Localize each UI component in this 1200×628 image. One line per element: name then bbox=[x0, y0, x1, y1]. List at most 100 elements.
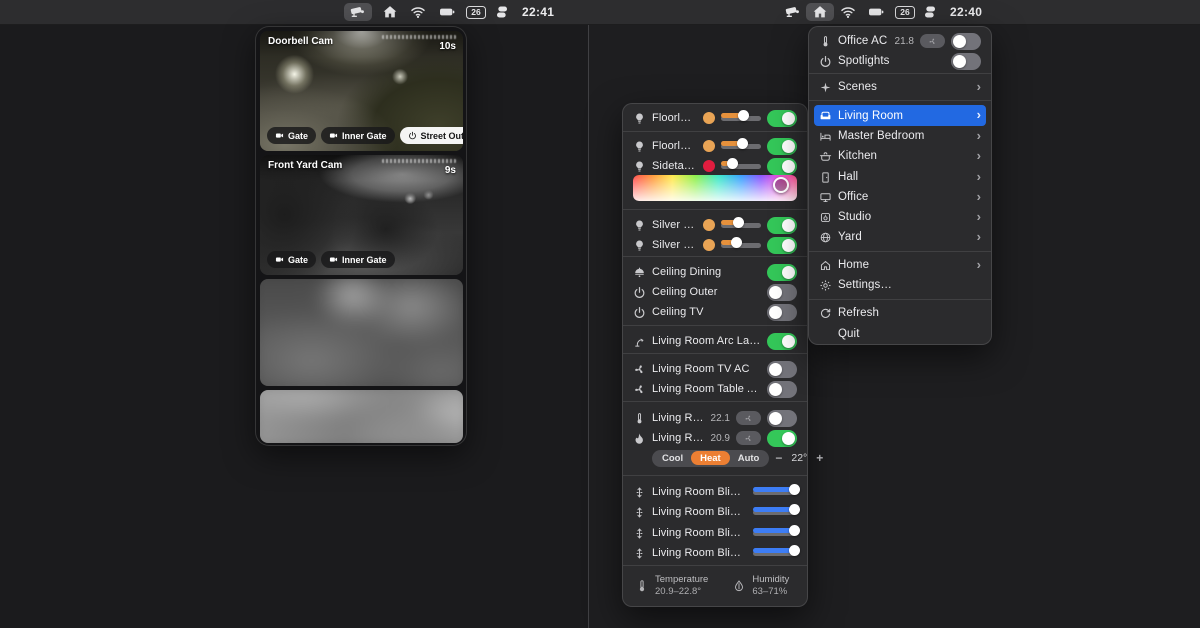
camera-icon bbox=[275, 255, 284, 264]
chevron-right-icon: › bbox=[976, 208, 981, 224]
temperature-increase-button[interactable]: + bbox=[816, 451, 823, 465]
security-camera-menubar-icon[interactable] bbox=[350, 4, 366, 20]
color-swatch[interactable] bbox=[703, 239, 715, 251]
blind-position-slider[interactable] bbox=[753, 524, 800, 539]
menu-item-kitchen[interactable]: Kitchen › bbox=[809, 146, 991, 166]
mode-heat[interactable]: Heat bbox=[691, 451, 730, 465]
color-swatch[interactable] bbox=[703, 140, 715, 152]
menu-item-label: Kitchen bbox=[838, 150, 878, 162]
blurred-cam-video bbox=[260, 279, 463, 386]
wifi-icon[interactable] bbox=[840, 4, 856, 20]
menu-item-studio[interactable]: Studio › bbox=[809, 207, 991, 227]
living-room-submenu: Floorlamps Floorlamp Ce… Sidetable Sil bbox=[622, 103, 823, 607]
security-camera-menubar-icon[interactable] bbox=[785, 4, 801, 20]
up-down-icon bbox=[633, 486, 646, 499]
power-toggle[interactable] bbox=[767, 303, 797, 321]
camera-title: Front Yard Cam bbox=[268, 160, 343, 171]
power-toggle[interactable] bbox=[767, 360, 797, 378]
camera-timestamp-overlay bbox=[382, 159, 456, 163]
up-down-icon bbox=[633, 506, 646, 519]
chevron-right-icon: › bbox=[976, 228, 981, 244]
menu-item-living-room[interactable]: Living Room › bbox=[814, 105, 986, 126]
device-row-table-ac: Living Room Table AC bbox=[623, 379, 807, 399]
menu-item-home[interactable]: Home › bbox=[809, 255, 991, 275]
fan-mode-button[interactable] bbox=[736, 411, 761, 425]
home-menubar-icon[interactable] bbox=[382, 4, 398, 20]
menu-item-hall[interactable]: Hall › bbox=[809, 167, 991, 187]
temperature-decrease-button[interactable]: − bbox=[775, 451, 782, 465]
stream-delay-badge: 9s bbox=[444, 165, 456, 176]
blind-position-slider[interactable] bbox=[753, 483, 800, 498]
power-toggle[interactable] bbox=[767, 263, 797, 281]
camera-tile-blurred-3[interactable] bbox=[260, 279, 463, 386]
camera-tile-doorbell[interactable]: Doorbell Cam 10s Gate Inner Gate Street … bbox=[260, 31, 463, 151]
current-temperature: 22.1 bbox=[710, 412, 730, 424]
fan-mode-button[interactable] bbox=[920, 34, 945, 48]
blind-row-1: Living Room Blind 1 bbox=[623, 482, 807, 502]
power-toggle[interactable] bbox=[767, 332, 797, 350]
clock[interactable]: 22:41 bbox=[522, 4, 554, 20]
inner-gate-button[interactable]: Inner Gate bbox=[321, 127, 395, 144]
stack-menubar-icon[interactable] bbox=[922, 4, 938, 20]
menu-item-master-bedroom[interactable]: Master Bedroom › bbox=[809, 126, 991, 146]
power-toggle[interactable] bbox=[767, 109, 797, 127]
menu-item-yard[interactable]: Yard › bbox=[809, 227, 991, 247]
device-label: Living Room Blind 1 bbox=[652, 486, 747, 498]
target-temperature: 22° bbox=[791, 452, 808, 464]
device-label: Living Room TV… bbox=[652, 412, 705, 424]
menu-item-refresh[interactable]: Refresh bbox=[809, 303, 991, 323]
brightness-slider[interactable] bbox=[721, 109, 761, 124]
bed-icon bbox=[819, 130, 832, 143]
gate-button[interactable]: Gate bbox=[267, 251, 317, 268]
brightness-slider[interactable] bbox=[721, 157, 761, 172]
color-swatch[interactable] bbox=[703, 219, 715, 231]
color-picker-selector[interactable] bbox=[773, 177, 789, 193]
camera-tile-blurred-4[interactable] bbox=[260, 390, 463, 443]
home-menubar-icon[interactable] bbox=[812, 4, 828, 20]
gate-button[interactable]: Gate bbox=[267, 127, 317, 144]
device-label: Living Room Blind 2 bbox=[652, 506, 747, 518]
power-toggle[interactable] bbox=[951, 52, 981, 70]
power-toggle[interactable] bbox=[767, 216, 797, 234]
power-toggle[interactable] bbox=[767, 380, 797, 398]
color-picker-gradient[interactable] bbox=[633, 175, 797, 201]
power-toggle[interactable] bbox=[767, 236, 797, 254]
camera-icon bbox=[329, 255, 338, 264]
clock[interactable]: 22:40 bbox=[950, 4, 982, 20]
menu-item-quit[interactable]: Quit bbox=[809, 324, 991, 344]
wifi-icon[interactable] bbox=[410, 4, 426, 20]
brightness-slider[interactable] bbox=[721, 137, 761, 152]
fan-mode-button[interactable] bbox=[736, 431, 761, 445]
battery-icon[interactable] bbox=[866, 4, 886, 20]
blind-position-slider[interactable] bbox=[753, 503, 800, 518]
battery-icon[interactable] bbox=[437, 4, 457, 20]
chevron-right-icon: › bbox=[976, 107, 981, 122]
power-toggle[interactable] bbox=[951, 32, 981, 50]
mode-auto[interactable]: Auto bbox=[730, 451, 768, 466]
current-temperature: 20.9 bbox=[710, 432, 730, 444]
blind-position-slider[interactable] bbox=[753, 544, 800, 559]
street-outside-button[interactable]: Street Outside bbox=[399, 127, 463, 144]
power-toggle[interactable] bbox=[767, 409, 797, 427]
inner-gate-button[interactable]: Inner Gate bbox=[321, 251, 395, 268]
brightness-slider[interactable] bbox=[721, 236, 761, 251]
power-toggle[interactable] bbox=[767, 429, 797, 447]
power-toggle[interactable] bbox=[767, 137, 797, 155]
battery-percent-badge[interactable]: 26 bbox=[895, 4, 915, 20]
battery-percent-badge[interactable]: 26 bbox=[466, 4, 486, 20]
device-row-silver-right: Silver Right bbox=[623, 235, 807, 255]
color-swatch[interactable] bbox=[703, 160, 715, 172]
color-swatch[interactable] bbox=[703, 112, 715, 124]
camera-tile-front-yard[interactable]: Front Yard Cam 9s Gate Inner Gate bbox=[260, 155, 463, 275]
menu-item-label: Office bbox=[838, 191, 869, 203]
menu-item-office[interactable]: Office › bbox=[809, 187, 991, 207]
device-label: Silver Left bbox=[652, 219, 697, 231]
power-toggle[interactable] bbox=[767, 283, 797, 301]
menu-item-settings[interactable]: Settings… bbox=[809, 275, 991, 295]
stack-menubar-icon[interactable] bbox=[494, 4, 510, 20]
menu-item-scenes[interactable]: Scenes › bbox=[809, 77, 991, 97]
brightness-slider[interactable] bbox=[721, 216, 761, 231]
menu-item-label: Scenes bbox=[838, 81, 877, 93]
power-toggle[interactable] bbox=[767, 157, 797, 175]
mode-cool[interactable]: Cool bbox=[654, 451, 691, 466]
